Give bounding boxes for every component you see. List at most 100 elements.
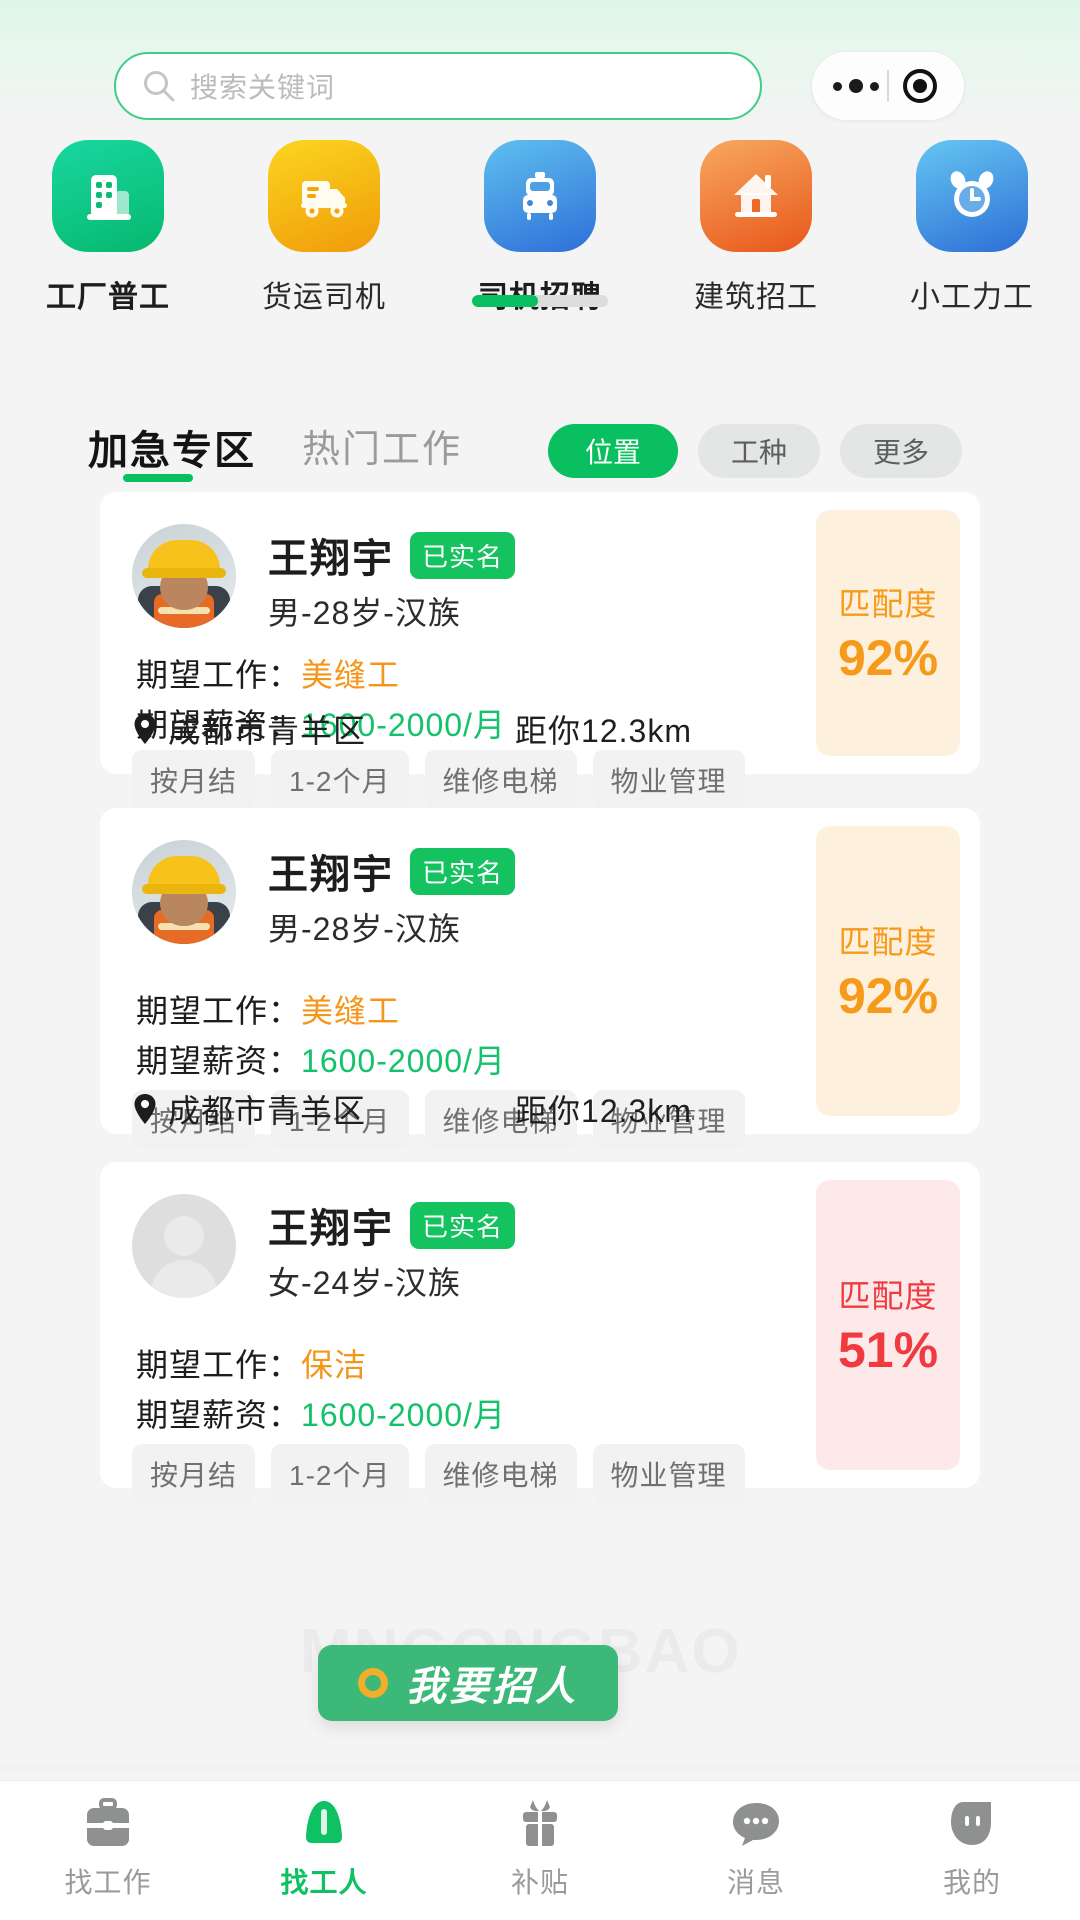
search-placeholder: 搜索关键词 [190,66,335,106]
expected-salary-value: 1600-2000/月 [301,1043,506,1079]
expected-salary-label: 期望薪资： [136,1397,301,1433]
location-pin-icon [132,713,158,745]
status-badge: 已实名 [410,1202,515,1249]
worker-card[interactable]: 王翔宇 已实名 男-28岁-汉族 期望工作：美缝工 期望薪资：1600-2000… [100,492,980,774]
expected-job-value: 美缝工 [301,657,400,693]
nav-item-profile[interactable]: 我的 [864,1781,1080,1901]
worker-meta: 男-28岁-汉族 [268,588,461,634]
tab-filter-bar: 加急专区 热门工作 位置 工种 更多 [0,410,1080,496]
tag-list: 按月结 1-2个月 维修电梯 物业管理 [132,1444,745,1504]
expected-job-row: 期望工作：保洁 [136,1340,367,1386]
worker-card[interactable]: 王翔宇 已实名 男-28岁-汉族 期望工作：美缝工 期望薪资：1600-2000… [100,808,980,1134]
match-value: 92% [838,629,938,687]
category-item-truck[interactable]: 货运司机 [216,140,432,316]
category-item-taxi[interactable]: 司机招聘 [432,140,648,316]
nav-label: 我的 [943,1861,1001,1901]
category-label: 司机招聘 [478,272,602,316]
tab-underline [123,474,193,482]
post-job-label: 我要招人 [406,1654,578,1712]
category-item-labourer[interactable]: 小工力工 [864,140,1080,316]
search-input[interactable]: 搜索关键词 [114,52,762,120]
filter-chip-jobtype[interactable]: 工种 [698,424,820,478]
match-title: 匹配度 [838,1271,937,1317]
nav-label: 补贴 [511,1861,569,1901]
name-row: 王翔宇 已实名 [268,1196,515,1254]
distance-text: 距你12.3km [515,1086,692,1132]
name-row: 王翔宇 已实名 [268,842,515,900]
factory-building-icon [52,140,164,252]
tab-urgent[interactable]: 加急专区 [88,418,256,476]
category-label: 货运司机 [262,272,386,316]
category-label: 建筑招工 [694,272,818,316]
category-pager[interactable] [472,295,608,307]
expected-salary-value: 1600-2000/月 [301,1397,506,1433]
tag-item: 维修电梯 [425,1444,577,1504]
expected-job-label: 期望工作： [136,993,301,1029]
match-title: 匹配度 [838,579,937,625]
location-pin-icon [132,1093,158,1125]
nav-item-messages[interactable]: 消息 [648,1781,864,1901]
name-row: 王翔宇 已实名 [268,526,515,584]
category-label: 小工力工 [910,272,1034,316]
expected-job-label: 期望工作： [136,657,301,693]
target-icon[interactable] [889,69,951,103]
category-item-factory[interactable]: 工厂普工 [0,140,216,316]
search-icon [142,69,176,103]
nav-label: 消息 [727,1861,785,1901]
expected-job-value: 保洁 [301,1347,367,1383]
helmet-icon [295,1797,353,1851]
worker-card[interactable]: 王翔宇 已实名 女-24岁-汉族 期望工作：保洁 期望薪资：1600-2000/… [100,1162,980,1488]
location-text: 成都市青羊区 [168,1086,366,1132]
app-screen: 搜索关键词 [0,0,1080,1920]
expected-job-row: 期望工作：美缝工 [136,986,400,1032]
expected-job-value: 美缝工 [301,993,400,1029]
worker-meta: 女-24岁-汉族 [268,1258,461,1304]
match-score-panel: 匹配度 51% [816,1180,960,1470]
truck-icon [268,140,380,252]
tag-item: 1-2个月 [271,750,408,810]
expected-salary-row: 期望薪资：1600-2000/月 [136,1390,506,1436]
taxi-icon [484,140,596,252]
filter-chip-more[interactable]: 更多 [840,424,962,478]
match-score-panel: 匹配度 92% [816,510,960,756]
gift-icon [511,1797,569,1851]
tag-item: 1-2个月 [271,1444,408,1504]
briefcase-icon [79,1797,137,1851]
more-dots-icon[interactable] [825,79,887,93]
post-job-button[interactable]: 我要招人 [318,1645,618,1721]
avatar [132,1194,236,1298]
location-row: 成都市青羊区 距你12.3km [132,706,692,752]
filter-chip-location[interactable]: 位置 [548,424,678,478]
nav-label: 找工作 [64,1861,151,1901]
nav-item-find-workers[interactable]: 找工人 [216,1781,432,1901]
nav-item-subsidy[interactable]: 补贴 [432,1781,648,1901]
match-title: 匹配度 [838,917,937,963]
nav-item-find-jobs[interactable]: 找工作 [0,1781,216,1901]
avatar [132,840,236,944]
expected-salary-row: 期望薪资：1600-2000/月 [136,1036,506,1082]
category-label: 工厂普工 [46,272,170,316]
category-item-construction[interactable]: 建筑招工 [648,140,864,316]
avatar [132,524,236,628]
worker-meta: 男-28岁-汉族 [268,904,461,950]
nav-label: 找工人 [280,1861,367,1901]
worker-name: 王翔宇 [268,526,394,584]
tag-item: 按月结 [132,1444,255,1504]
expected-salary-label: 期望薪资： [136,1043,301,1079]
worker-name: 王翔宇 [268,842,394,900]
location-row: 成都市青羊区 距你12.3km [132,1086,692,1132]
ring-icon [358,1668,388,1698]
match-value: 92% [838,967,938,1025]
bottom-nav: 找工作 找工人 补贴 [0,1780,1080,1920]
tag-item: 物业管理 [593,1444,745,1504]
house-icon [700,140,812,252]
tab-hot-jobs[interactable]: 热门工作 [302,418,462,473]
tag-list: 按月结 1-2个月 维修电梯 物业管理 [132,750,745,810]
tag-item: 物业管理 [593,750,745,810]
status-badge: 已实名 [410,848,515,895]
chat-bubble-icon [727,1797,785,1851]
match-score-panel: 匹配度 92% [816,826,960,1116]
match-value: 51% [838,1321,938,1379]
tag-item: 维修电梯 [425,750,577,810]
distance-text: 距你12.3km [515,706,692,752]
